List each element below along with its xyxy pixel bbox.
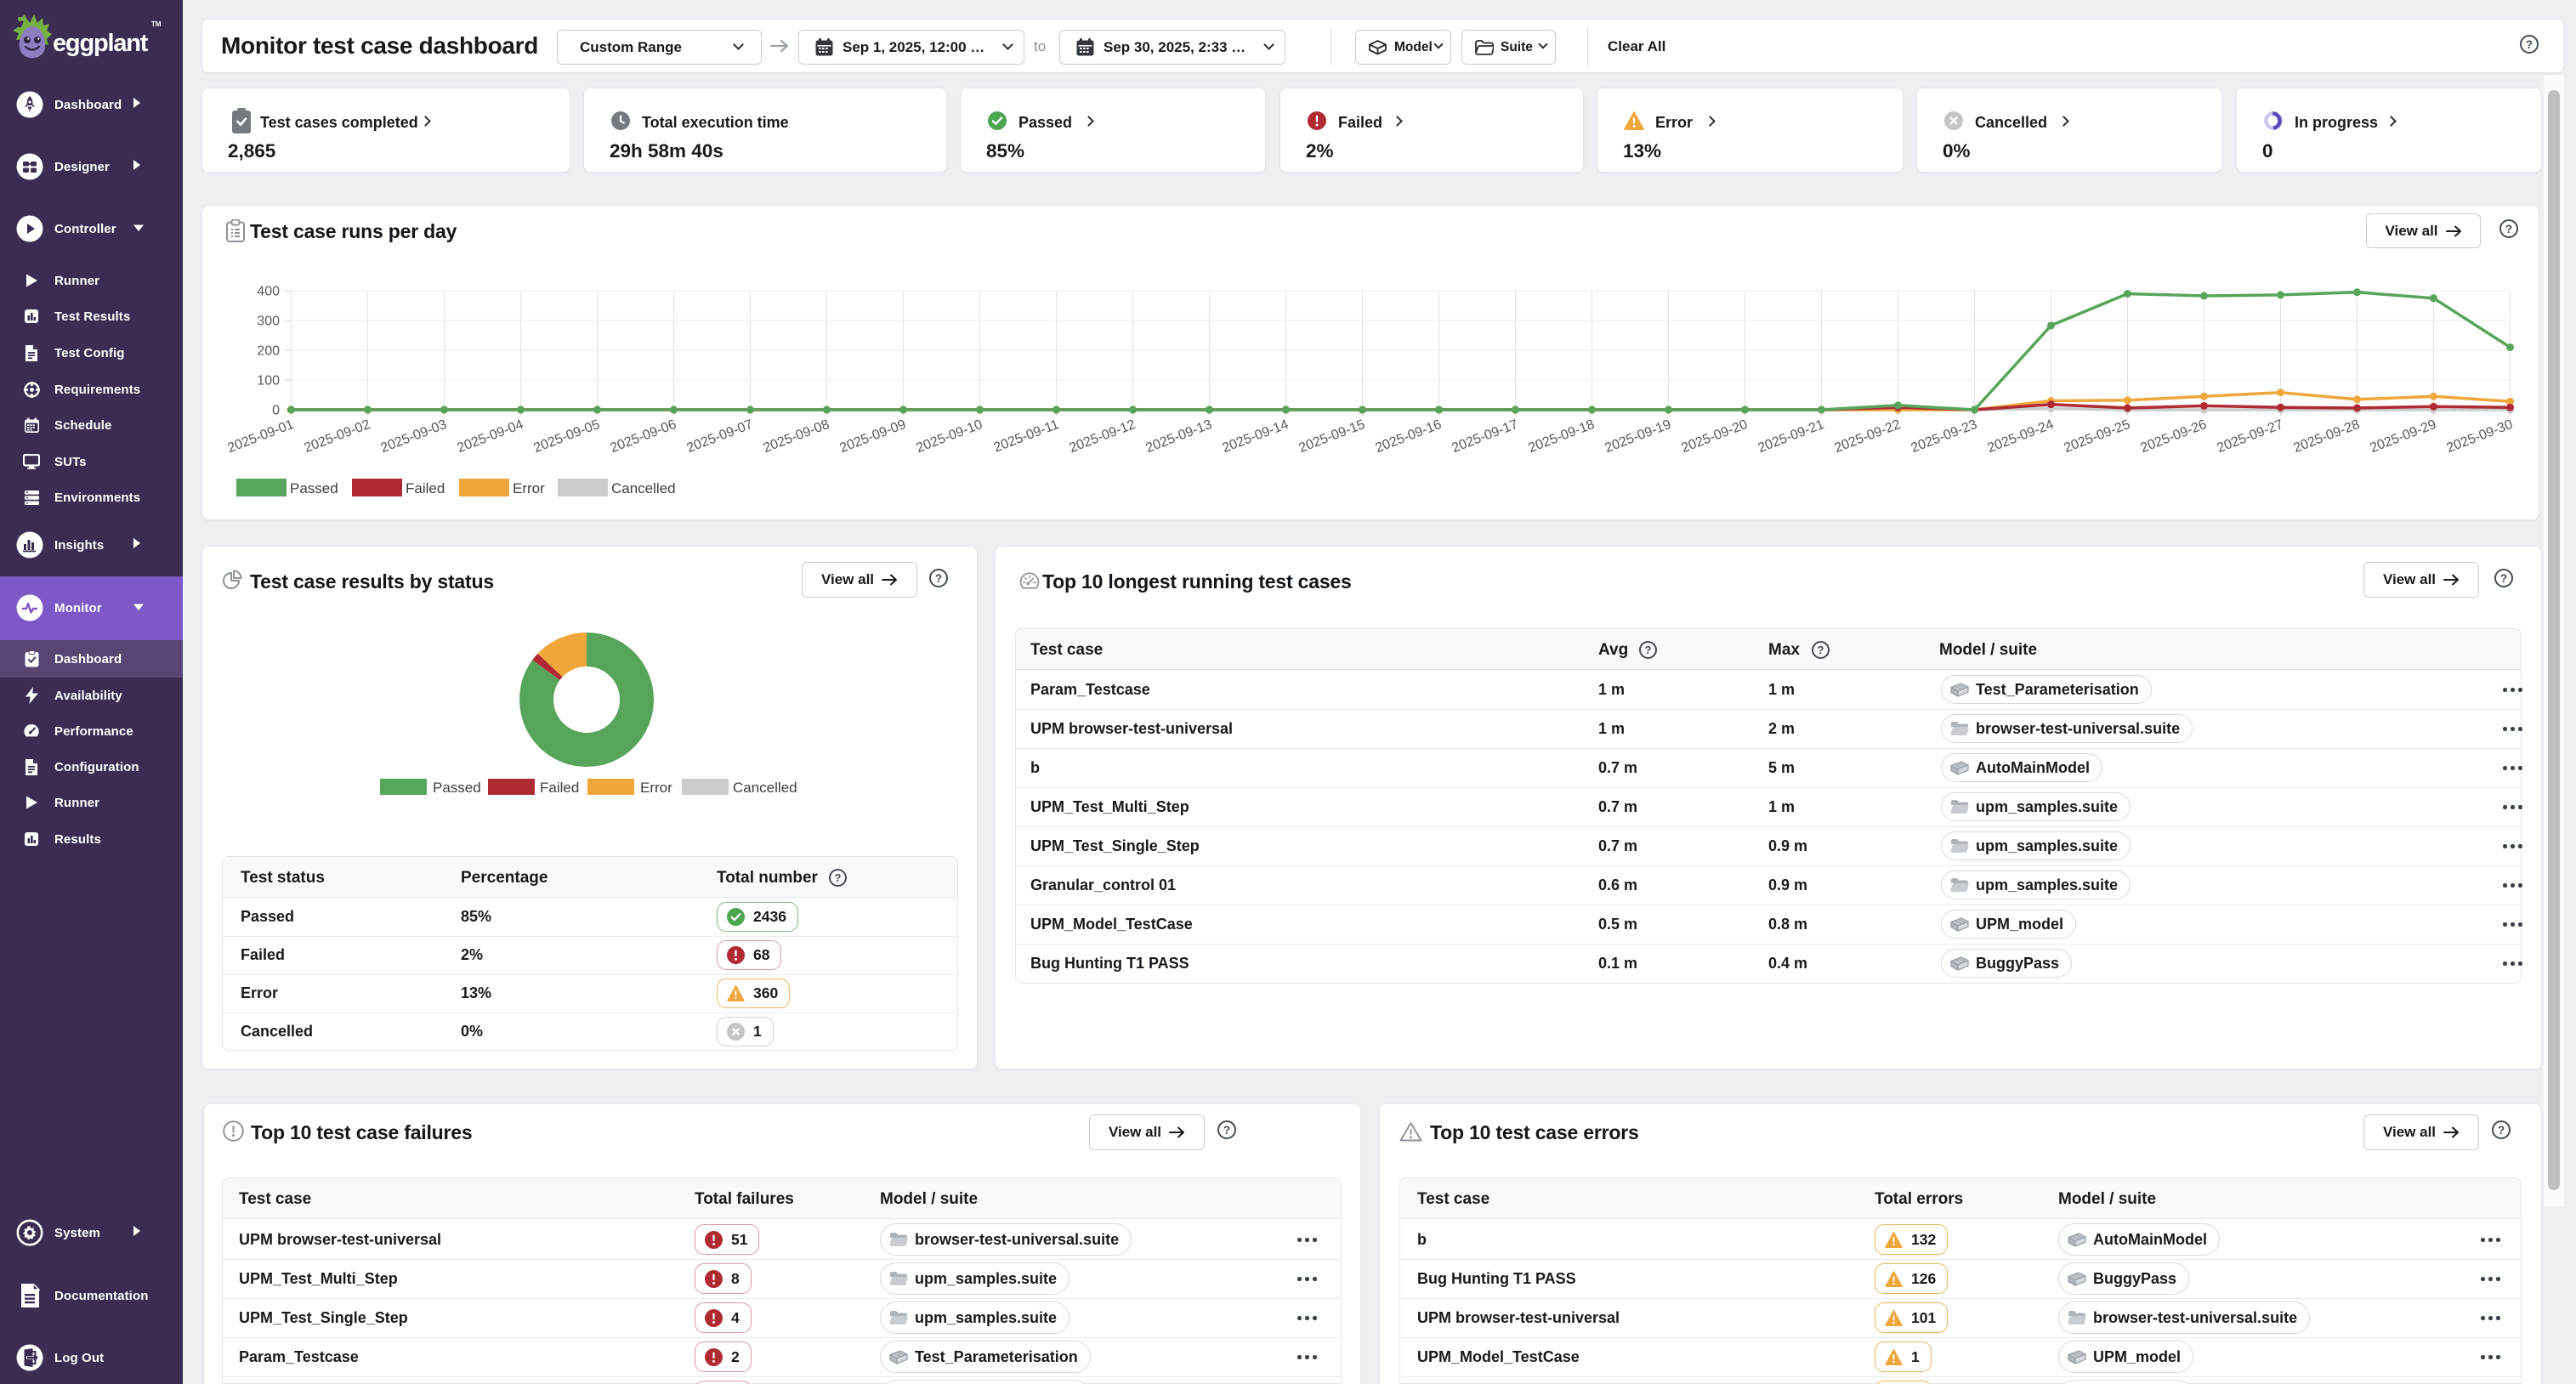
- svg-text:2025-09-03: 2025-09-03: [378, 417, 449, 456]
- svg-text:0: 0: [272, 404, 280, 418]
- svg-text:2025-09-30: 2025-09-30: [2444, 417, 2515, 456]
- svg-text:TM: TM: [151, 20, 162, 28]
- svg-text:2025-09-27: 2025-09-27: [2215, 417, 2285, 456]
- svg-text:2025-09-11: 2025-09-11: [992, 417, 1061, 456]
- svg-text:2025-09-22: 2025-09-22: [1832, 417, 1903, 456]
- svg-text:2025-09-26: 2025-09-26: [2138, 417, 2209, 456]
- svg-text:2025-09-07: 2025-09-07: [684, 417, 755, 456]
- svg-text:2025-09-14: 2025-09-14: [1220, 417, 1291, 456]
- svg-text:eggplant: eggplant: [53, 30, 149, 57]
- svg-text:2025-09-28: 2025-09-28: [2291, 417, 2362, 456]
- svg-text:2025-09-12: 2025-09-12: [1067, 417, 1138, 456]
- svg-text:2025-09-23: 2025-09-23: [1909, 417, 1979, 456]
- svg-text:2025-09-21: 2025-09-21: [1756, 417, 1826, 456]
- svg-text:2025-09-06: 2025-09-06: [608, 417, 678, 456]
- svg-text:2025-09-18: 2025-09-18: [1526, 417, 1597, 456]
- svg-text:100: 100: [257, 374, 280, 389]
- svg-text:2025-09-01: 2025-09-01: [225, 417, 296, 456]
- svg-text:2025-09-10: 2025-09-10: [914, 417, 984, 456]
- svg-text:2025-09-02: 2025-09-02: [302, 417, 372, 456]
- svg-text:2025-09-19: 2025-09-19: [1603, 417, 1673, 456]
- svg-text:2025-09-17: 2025-09-17: [1450, 417, 1520, 456]
- svg-text:2025-09-13: 2025-09-13: [1143, 417, 1214, 456]
- svg-text:2025-09-08: 2025-09-08: [761, 417, 831, 456]
- svg-text:2025-09-25: 2025-09-25: [2062, 417, 2132, 456]
- svg-text:200: 200: [257, 344, 280, 359]
- svg-text:2025-09-15: 2025-09-15: [1297, 417, 1367, 456]
- svg-text:2025-09-09: 2025-09-09: [837, 417, 908, 456]
- svg-text:2025-09-16: 2025-09-16: [1373, 417, 1444, 456]
- svg-text:2025-09-05: 2025-09-05: [531, 417, 602, 456]
- svg-text:2025-09-04: 2025-09-04: [455, 417, 525, 456]
- svg-text:400: 400: [257, 285, 280, 299]
- svg-text:2025-09-29: 2025-09-29: [2368, 417, 2438, 456]
- svg-text:2025-09-20: 2025-09-20: [1679, 417, 1750, 456]
- svg-text:300: 300: [257, 315, 280, 329]
- svg-text:2025-09-24: 2025-09-24: [1985, 417, 2056, 456]
